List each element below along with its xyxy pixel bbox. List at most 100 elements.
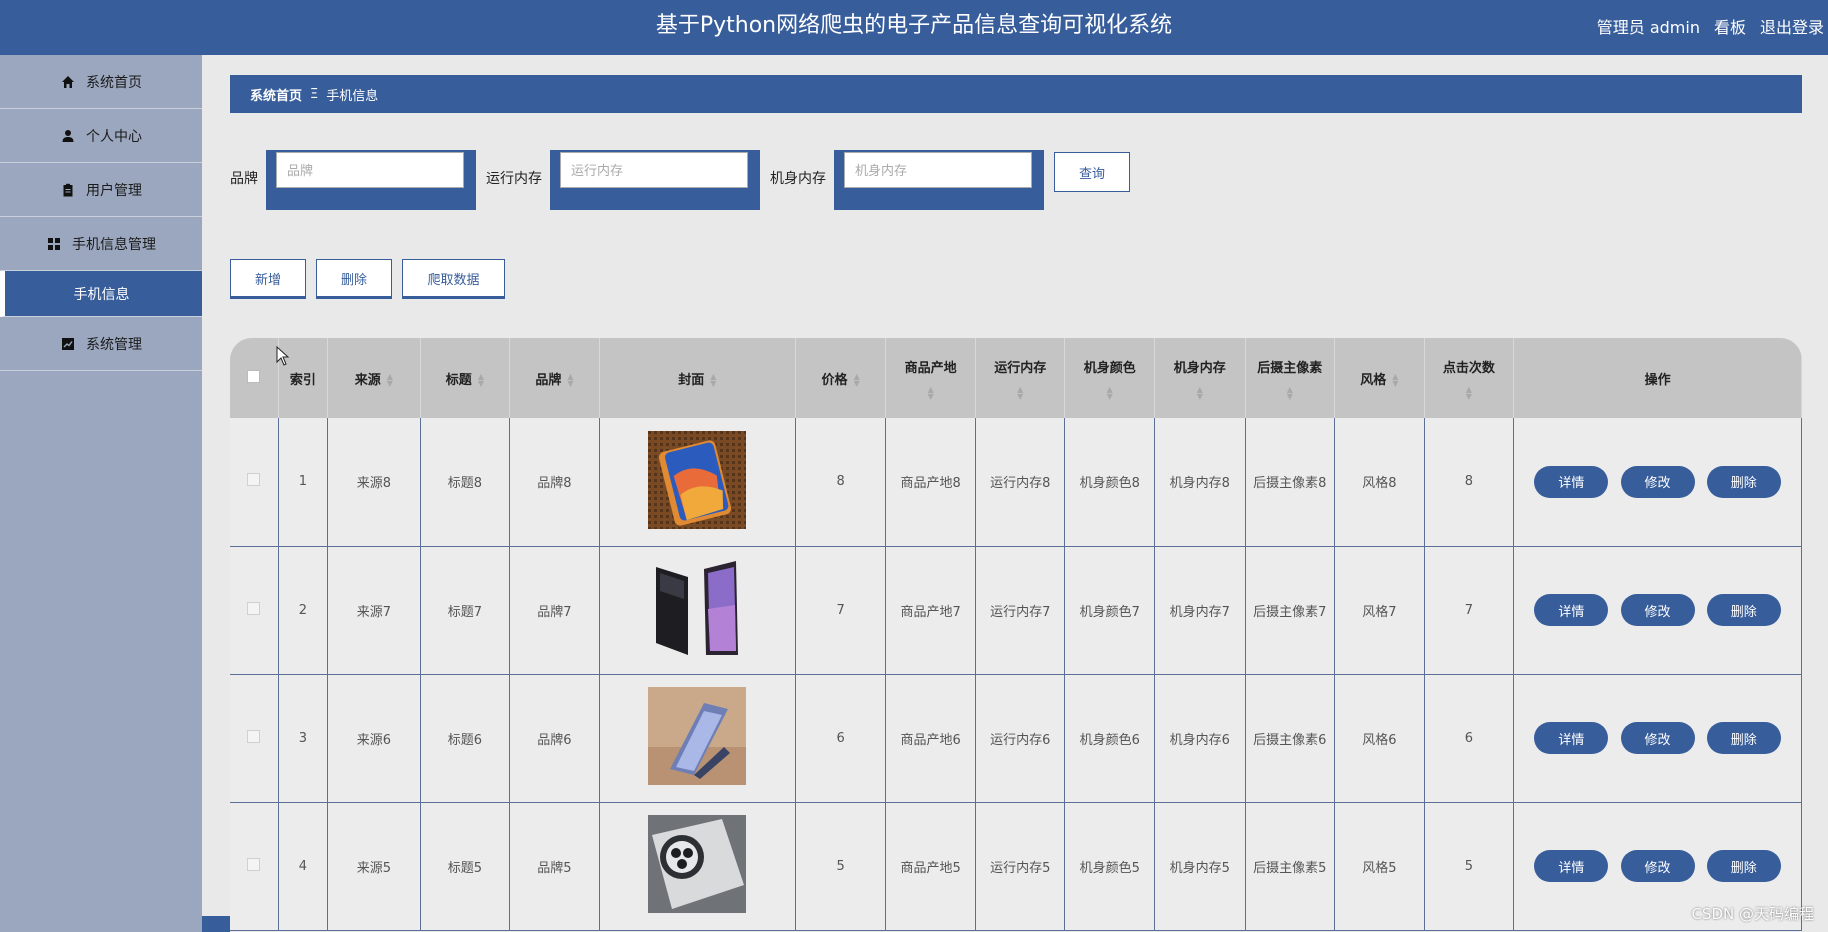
cell-index: 3 [278, 674, 329, 802]
cell-storage: 机身内存5 [1154, 802, 1246, 930]
row-checkbox[interactable] [247, 473, 261, 487]
storage-input[interactable] [844, 152, 1032, 188]
col-clicks-label: 点击次数 [1442, 360, 1495, 376]
breadcrumb-current: 手机信息 [326, 88, 379, 104]
app-title: 基于Python网络爬虫的电子产品信息查询可视化系统 [655, 13, 1173, 38]
camera-phone-image[interactable] [648, 815, 747, 913]
col-title[interactable]: 标题 ▲ ▼ [420, 338, 511, 418]
row-select-cell [230, 802, 279, 930]
orange-phone-image[interactable] [648, 430, 747, 529]
col-ram[interactable]: 运行内存 ▲ ▼ [975, 338, 1066, 418]
edit-button[interactable]: 修改 [1620, 465, 1695, 498]
sort-icon[interactable]: ▲ ▼ [976, 385, 1065, 400]
detail-button[interactable]: 详情 [1534, 465, 1609, 498]
col-clicks[interactable]: 点击次数 ▲ ▼ [1424, 338, 1515, 418]
cell-origin: 商品产地5 [885, 802, 976, 930]
sidebar-item-profile[interactable]: 个人中心 [0, 109, 202, 163]
batch-delete-button[interactable]: 删除 [316, 259, 392, 299]
breadcrumb-home[interactable]: 系统首页 [250, 85, 302, 104]
cell-ram: 运行内存8 [975, 418, 1066, 546]
table-row: 1 来源8 标题8 品牌8 8 商品产地8 运行内存8 机身颜色8 机身内存8 … [230, 418, 1802, 546]
col-source[interactable]: 来源 ▲ ▼ [327, 338, 421, 418]
detail-button[interactable]: 详情 [1534, 850, 1609, 882]
cell-price: 6 [795, 674, 887, 802]
edit-button[interactable]: 修改 [1620, 850, 1695, 882]
col-style-label: 风格 [1360, 372, 1387, 388]
col-color[interactable]: 机身颜色 ▲ ▼ [1064, 338, 1155, 418]
logout-link[interactable]: 退出登录 [1760, 14, 1824, 38]
sort-icon[interactable]: ▲ ▼ [1246, 385, 1335, 400]
delete-button[interactable]: 删除 [1706, 850, 1781, 882]
sort-icon[interactable]: ▲ ▼ [387, 373, 393, 388]
delete-button[interactable]: 删除 [1706, 594, 1781, 626]
col-origin-label: 商品产地 [904, 360, 957, 376]
col-ops-label: 操作 [1644, 372, 1671, 388]
row-checkbox[interactable] [247, 729, 261, 743]
sidebar-item-phone-management[interactable]: 手机信息管理 [0, 217, 202, 271]
sort-icon[interactable]: ▲ ▼ [1425, 385, 1514, 400]
brand-input[interactable] [276, 152, 464, 188]
chart-icon [60, 336, 76, 352]
storage-input-box [834, 150, 1044, 210]
cell-brand: 品牌7 [509, 546, 600, 674]
cell-style: 风格8 [1334, 418, 1425, 546]
sort-icon[interactable]: ▲ ▼ [1392, 373, 1398, 388]
query-button[interactable]: 查询 [1054, 152, 1130, 192]
storage-search-field: 机身内存 [770, 150, 1044, 210]
sort-icon[interactable]: ▲ ▼ [854, 373, 860, 388]
col-color-label: 机身颜色 [1083, 360, 1136, 376]
sort-icon[interactable]: ▲ ▼ [478, 373, 484, 388]
row-checkbox[interactable] [247, 601, 261, 615]
row-checkbox[interactable] [247, 857, 261, 871]
detail-button[interactable]: 详情 [1534, 594, 1609, 626]
cell-title: 标题8 [420, 418, 511, 546]
cell-storage: 机身内存7 [1154, 546, 1246, 674]
col-cover[interactable]: 封面 ▲ ▼ [599, 338, 796, 418]
sidebar-item-users[interactable]: 用户管理 [0, 163, 202, 217]
col-price[interactable]: 价格 ▲ ▼ [795, 338, 887, 418]
cell-ram: 运行内存6 [975, 674, 1066, 802]
cell-cover [599, 418, 796, 546]
delete-button[interactable]: 删除 [1706, 465, 1781, 498]
ram-input[interactable] [560, 152, 748, 188]
select-all-cell [230, 338, 279, 418]
top-header: 基于Python网络爬虫的电子产品信息查询可视化系统 管理员 admin 看板 … [0, 0, 1828, 55]
cell-price: 5 [795, 802, 887, 930]
sidebar-item-phone-info[interactable]: 手机信息 [0, 271, 202, 317]
sort-icon[interactable]: ▲ ▼ [1155, 385, 1245, 400]
cell-source: 来源5 [327, 802, 421, 930]
cell-clicks: 6 [1424, 674, 1515, 802]
col-ops: 操作 [1513, 338, 1802, 418]
crawl-data-button[interactable]: 爬取数据 [402, 259, 505, 299]
delete-button[interactable]: 删除 [1706, 722, 1781, 754]
sort-icon[interactable]: ▲ ▼ [886, 385, 975, 400]
sort-icon[interactable]: ▲ ▼ [710, 373, 716, 388]
search-form: 品牌 运行内存 机身内存 查询 [230, 150, 1130, 212]
cell-clicks: 5 [1424, 802, 1515, 930]
sort-icon[interactable]: ▲ ▼ [1065, 385, 1154, 400]
sort-icon[interactable]: ▲ ▼ [567, 373, 573, 388]
sidebar-item-label: 系统管理 [86, 336, 142, 353]
detail-button[interactable]: 详情 [1534, 722, 1609, 754]
cell-index: 2 [278, 546, 329, 674]
cell-cover [599, 674, 796, 802]
cell-title: 标题7 [420, 546, 511, 674]
edit-button[interactable]: 修改 [1620, 722, 1695, 754]
foldable-phone-image[interactable] [648, 559, 747, 657]
col-style[interactable]: 风格 ▲ ▼ [1334, 338, 1425, 418]
sidebar-item-home[interactable]: 系统首页 [0, 55, 202, 109]
col-origin[interactable]: 商品产地 ▲ ▼ [885, 338, 976, 418]
select-all-checkbox[interactable] [247, 369, 261, 383]
dashboard-link[interactable]: 看板 [1714, 14, 1746, 38]
header-user-area: 管理员 admin 看板 退出登录 [1597, 0, 1828, 52]
flip-phone-image[interactable] [648, 687, 747, 785]
sidebar-item-system[interactable]: 系统管理 [0, 317, 202, 371]
add-button[interactable]: 新增 [230, 259, 306, 299]
admin-user-label: 管理员 admin [1596, 18, 1700, 37]
cell-brand: 品牌6 [509, 674, 600, 802]
col-storage[interactable]: 机身内存 ▲ ▼ [1154, 338, 1246, 418]
edit-button[interactable]: 修改 [1620, 594, 1695, 626]
col-brand[interactable]: 品牌 ▲ ▼ [509, 338, 600, 418]
col-camera[interactable]: 后摄主像素 ▲ ▼ [1245, 338, 1336, 418]
sidebar-item-label: 手机信息管理 [72, 236, 156, 253]
